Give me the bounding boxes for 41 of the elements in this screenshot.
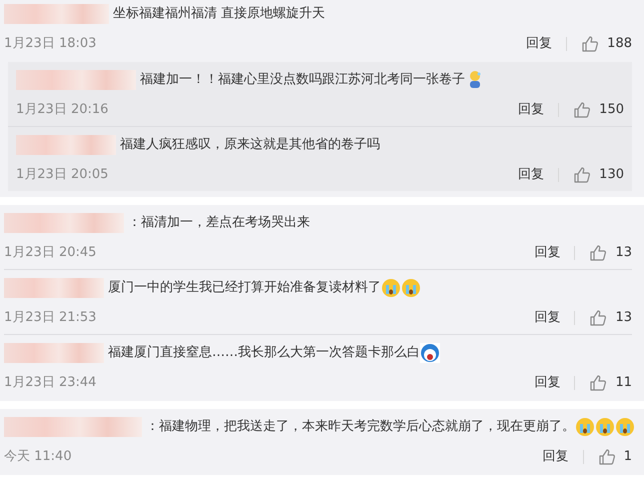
thumbs-up-icon[interactable] bbox=[589, 244, 608, 262]
crying-face-icon bbox=[575, 417, 595, 437]
comment-text: 福建加一！！福建心里没点数吗跟江苏河北考同一张卷子 bbox=[140, 71, 465, 90]
comment-text: ：福建物理，把我送走了，本来昨天考完数学后心态就崩了，现在更崩了。 bbox=[146, 418, 575, 436]
comment-text: ：福清加一，差点在考场哭出来 bbox=[128, 214, 310, 232]
timestamp: 1月23日 20:45 bbox=[4, 244, 96, 262]
shocked-face-icon bbox=[420, 343, 440, 363]
like-count: 130 bbox=[599, 166, 624, 184]
crying-face-icon bbox=[595, 417, 615, 437]
comment-text: 福建厦门直接窒息……我长那么大第一次答题卡那么白 bbox=[108, 344, 420, 362]
like-count: 188 bbox=[607, 35, 632, 54]
crying-face-icon bbox=[615, 417, 635, 437]
reply-link[interactable]: 回复 bbox=[534, 308, 560, 328]
thumbs-up-icon[interactable] bbox=[589, 374, 608, 392]
thumbs-up-icon[interactable] bbox=[598, 448, 616, 466]
comment-text: 坐标福建福州福清 直接原地螺旋升天 bbox=[113, 5, 326, 24]
thumbs-up-icon[interactable] bbox=[573, 166, 592, 184]
thumbs-up-icon[interactable] bbox=[573, 101, 592, 119]
reply-link[interactable]: 回复 bbox=[542, 447, 569, 467]
timestamp: 今天 11:40 bbox=[4, 448, 72, 466]
like-count: 11 bbox=[615, 374, 632, 392]
reply-link[interactable]: 回复 bbox=[534, 373, 560, 393]
timestamp: 1月23日 21:53 bbox=[4, 309, 96, 328]
timestamp: 1月23日 23:44 bbox=[4, 374, 96, 392]
timestamp: 1月23日 20:05 bbox=[16, 166, 108, 184]
like-count: 1 bbox=[624, 448, 632, 466]
reply-link[interactable]: 回复 bbox=[526, 34, 552, 54]
reply-link[interactable]: 回复 bbox=[534, 243, 560, 263]
reply-link[interactable]: 回复 bbox=[518, 165, 544, 185]
crying-face-icon bbox=[381, 278, 401, 298]
thumbs-up-icon[interactable] bbox=[581, 35, 600, 53]
like-count: 13 bbox=[615, 244, 632, 262]
reply-link[interactable]: 回复 bbox=[518, 100, 544, 120]
timestamp: 1月23日 20:16 bbox=[16, 101, 108, 120]
comment-text: 福建人疯狂感叹，原来这就是其他省的卷子吗 bbox=[120, 136, 380, 154]
like-count: 13 bbox=[615, 309, 632, 328]
crying-face-icon bbox=[401, 278, 421, 298]
thumbs-up-icon[interactable] bbox=[589, 309, 608, 327]
comment-text: 厦门一中的学生我已经打算开始准备复读材料了 bbox=[108, 279, 381, 298]
like-count: 150 bbox=[599, 101, 624, 120]
timestamp: 1月23日 18:03 bbox=[4, 35, 96, 54]
